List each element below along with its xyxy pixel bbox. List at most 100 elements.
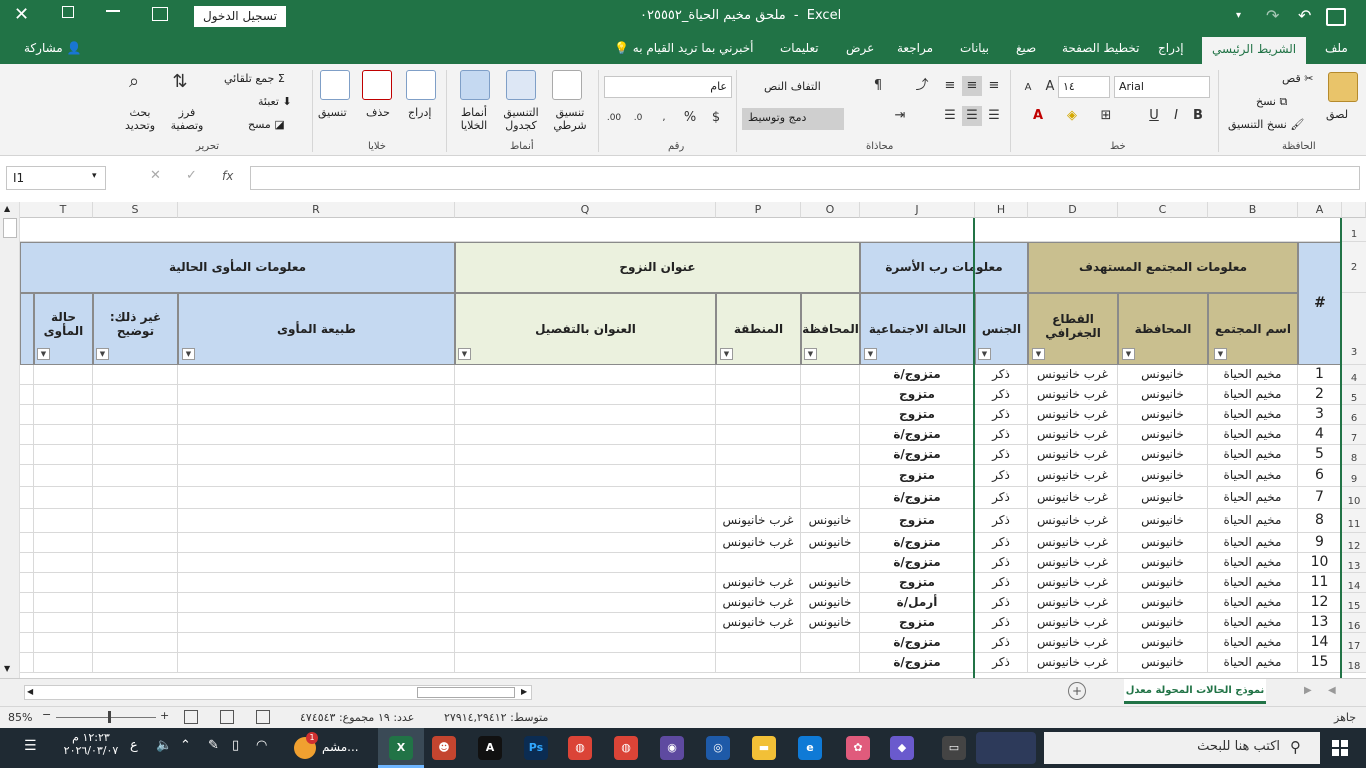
cell-address[interactable]: [455, 487, 716, 509]
row-header[interactable]: 10: [1342, 487, 1366, 509]
scroll-thumb[interactable]: [3, 218, 17, 238]
task-view-icon[interactable]: ▭: [942, 736, 966, 760]
cell-gender[interactable]: ذكر: [975, 613, 1028, 633]
cell-region[interactable]: [716, 405, 801, 425]
cell-sector[interactable]: غرب خانيونس: [1028, 445, 1118, 465]
cell-gov[interactable]: خانيونس: [1118, 593, 1208, 613]
cell-empty[interactable]: [34, 365, 93, 385]
clear-button[interactable]: مسح ◪: [248, 118, 285, 131]
find-select-button[interactable]: بحث وتحديد: [120, 106, 160, 132]
cell-address[interactable]: [455, 613, 716, 633]
row-header[interactable]: 13: [1342, 553, 1366, 573]
cell-status[interactable]: متزوج: [860, 465, 975, 487]
row-header[interactable]: 9: [1342, 465, 1366, 487]
clock[interactable]: ١٢:٢٣ م ٢٠٢٦/٠٣/٠٧: [62, 731, 120, 757]
row-header[interactable]: 18: [1342, 653, 1366, 673]
rtl-icon[interactable]: ¶: [868, 76, 888, 96]
sort-filter-button[interactable]: فرز وتصفية: [168, 106, 206, 132]
share-app-button[interactable]: 1 مشم...: [292, 732, 372, 762]
format-cells-button[interactable]: تنسيق: [318, 106, 347, 119]
cell-region[interactable]: غرب خانيونس: [716, 613, 801, 633]
align-middle-icon[interactable]: ≡: [962, 76, 982, 96]
cell-empty[interactable]: [34, 653, 93, 673]
scroll-down-icon[interactable]: ▼: [4, 664, 10, 673]
cell-empty[interactable]: [93, 487, 178, 509]
cell-status[interactable]: متزوج/ة: [860, 653, 975, 673]
next-sheet-icon[interactable]: ▶: [1304, 685, 1312, 696]
decrease-font-icon[interactable]: A: [1018, 78, 1038, 98]
cell-empty[interactable]: [20, 633, 34, 653]
filter-dropdown-icon[interactable]: ▼: [720, 348, 733, 360]
cell-n[interactable]: 7: [1298, 487, 1342, 509]
tab-help[interactable]: تعليمات: [780, 41, 819, 55]
cell-empty[interactable]: [34, 553, 93, 573]
cell-gov[interactable]: خانيونس: [1118, 533, 1208, 553]
font-name-combo[interactable]: Arial: [1114, 76, 1210, 98]
cell-n[interactable]: 8: [1298, 509, 1342, 533]
cell-status[interactable]: متزوج/ة: [860, 445, 975, 465]
cell-empty[interactable]: [20, 653, 34, 673]
cell-empty[interactable]: [34, 425, 93, 445]
cell-n[interactable]: 15: [1298, 653, 1342, 673]
normal-view-icon[interactable]: [256, 710, 270, 724]
tab-insert[interactable]: إدراج: [1158, 41, 1184, 55]
row-header[interactable]: 5: [1342, 385, 1366, 405]
column-header[interactable]: H: [975, 202, 1028, 218]
cell-region[interactable]: غرب خانيونس: [716, 593, 801, 613]
cell-status[interactable]: متزوج/ة: [860, 365, 975, 385]
cell-address[interactable]: [455, 509, 716, 533]
cell-gender[interactable]: ذكر: [975, 365, 1028, 385]
currency-icon[interactable]: $: [706, 108, 726, 128]
app-icon[interactable]: ☻: [432, 736, 456, 760]
cell-address[interactable]: [455, 593, 716, 613]
cell-region[interactable]: [716, 385, 801, 405]
cell-gender[interactable]: ذكر: [975, 405, 1028, 425]
cell-gov[interactable]: خانيونس: [1118, 405, 1208, 425]
cell-sector[interactable]: غرب خانيونس: [1028, 385, 1118, 405]
zoom-slider-thumb[interactable]: [108, 711, 111, 723]
excel-taskbar-button[interactable]: X: [378, 728, 424, 768]
cell-status[interactable]: متزوج/ة: [860, 487, 975, 509]
insert-cells-icon[interactable]: [406, 70, 436, 100]
cell-empty[interactable]: [34, 465, 93, 487]
cell-region[interactable]: [716, 553, 801, 573]
cell-agov[interactable]: خانيونس: [801, 573, 860, 593]
cell-address[interactable]: [455, 633, 716, 653]
tab-page-layout[interactable]: تخطيط الصفحة: [1062, 41, 1139, 55]
page-layout-icon[interactable]: [220, 710, 234, 724]
conditional-formatting-icon[interactable]: [552, 70, 582, 100]
cell-region[interactable]: [716, 365, 801, 385]
cell-region[interactable]: غرب خانيونس: [716, 509, 801, 533]
horizontal-scrollbar[interactable]: ◀ ▶: [24, 685, 532, 700]
cell-empty[interactable]: [20, 553, 34, 573]
cell-status[interactable]: متزوج/ة: [860, 533, 975, 553]
cancel-icon[interactable]: ✕: [150, 168, 161, 183]
cell-empty[interactable]: [178, 653, 455, 673]
align-right-icon[interactable]: ☰: [984, 106, 1004, 126]
filter-dropdown-icon[interactable]: ▼: [96, 348, 109, 360]
cell-gov[interactable]: خانيونس: [1118, 365, 1208, 385]
filter-dropdown-icon[interactable]: ▼: [37, 348, 50, 360]
font-color-icon[interactable]: A: [1028, 106, 1048, 126]
cell-empty[interactable]: [178, 385, 455, 405]
cell-empty[interactable]: [178, 593, 455, 613]
cell-community[interactable]: مخيم الحياة: [1208, 385, 1298, 405]
cell-address[interactable]: [455, 465, 716, 487]
start-icon[interactable]: [1332, 740, 1348, 756]
cell-sector[interactable]: غرب خانيونس: [1028, 553, 1118, 573]
select-all-corner[interactable]: [1342, 202, 1366, 218]
zoom-level[interactable]: 85%: [8, 711, 32, 724]
cell-styles-button[interactable]: أنماط الخلايا: [452, 106, 496, 132]
delete-cells-icon[interactable]: [362, 70, 392, 100]
cell-gender[interactable]: ذكر: [975, 593, 1028, 613]
number-format-combo[interactable]: عام: [604, 76, 732, 98]
cell-gov[interactable]: خانيونس: [1118, 633, 1208, 653]
cell-empty[interactable]: [178, 553, 455, 573]
row-header[interactable]: 16: [1342, 613, 1366, 633]
cell-region[interactable]: غرب خانيونس: [716, 533, 801, 553]
cell-community[interactable]: مخيم الحياة: [1208, 425, 1298, 445]
cell-n[interactable]: 3: [1298, 405, 1342, 425]
cut-button[interactable]: قص ✂: [1282, 72, 1313, 85]
language-indicator[interactable]: ع: [130, 738, 138, 753]
cell-sector[interactable]: غرب خانيونس: [1028, 509, 1118, 533]
